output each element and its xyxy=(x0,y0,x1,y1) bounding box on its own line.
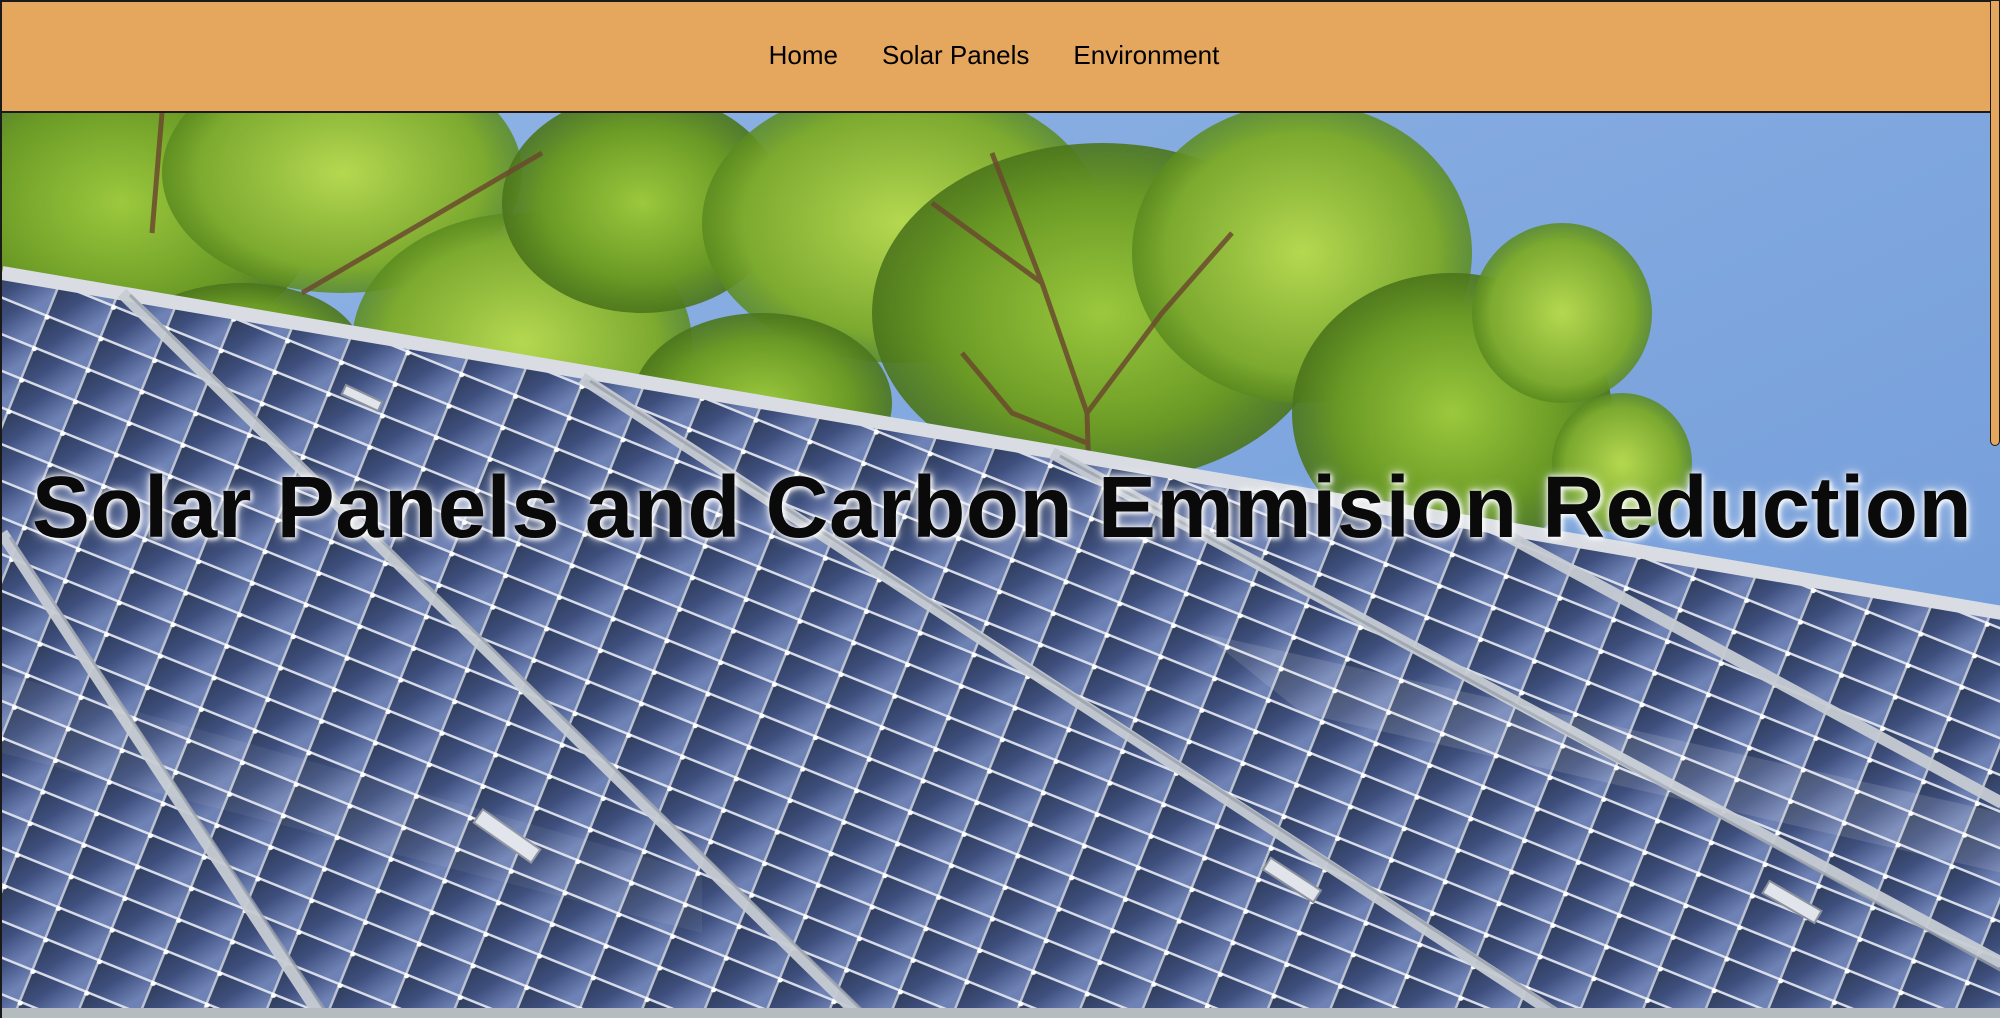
hero-title: Solar Panels and Carbon Emmision Reducti… xyxy=(31,459,1973,556)
hero-section: Solar Panels and Carbon Emmision Reducti… xyxy=(0,113,2000,1018)
nav-link-solar-panels[interactable]: Solar Panels xyxy=(882,40,1029,71)
page-scrollbar[interactable] xyxy=(1990,0,2000,1018)
nav-links: Home Solar Panels Environment xyxy=(769,40,1220,71)
solar-panels-photo xyxy=(2,113,2000,1018)
top-navbar: Home Solar Panels Environment xyxy=(0,0,1992,113)
scrollbar-thumb[interactable] xyxy=(1990,0,2000,446)
nav-link-environment[interactable]: Environment xyxy=(1073,40,1219,71)
nav-link-home[interactable]: Home xyxy=(769,40,838,71)
bottom-frame-strip xyxy=(2,1008,2000,1018)
page: Home Solar Panels Environment Solar Pane… xyxy=(0,0,2000,1018)
